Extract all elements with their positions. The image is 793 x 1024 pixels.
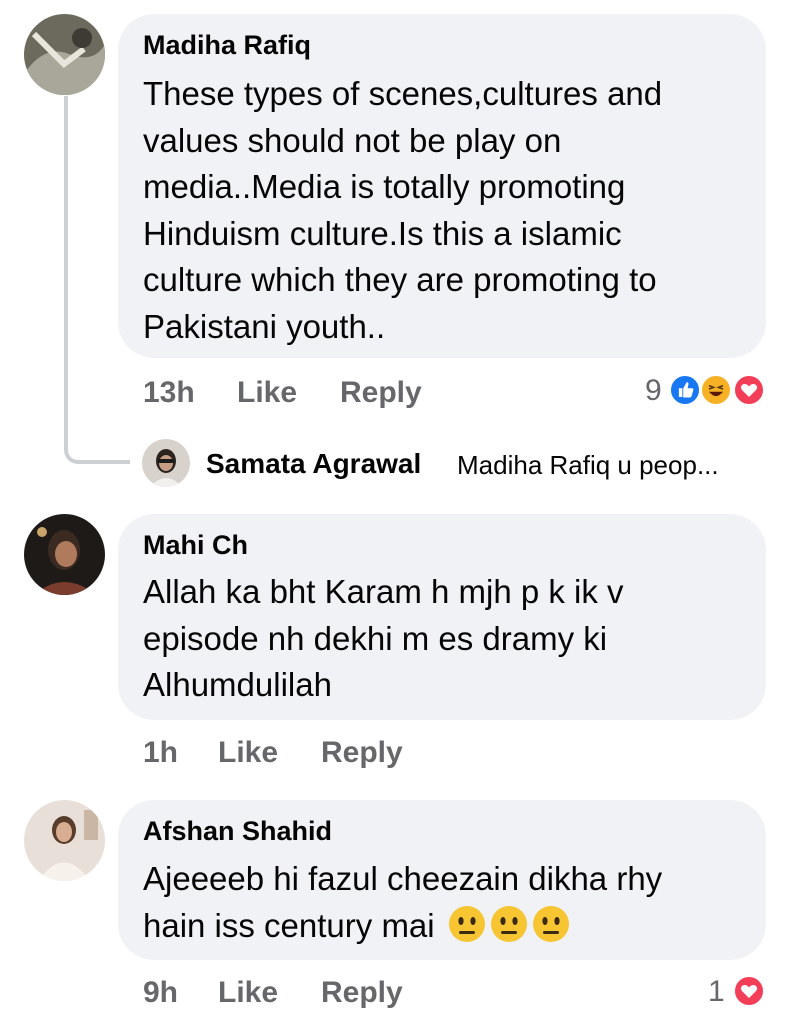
- reply-snippet[interactable]: Madiha Rafiq u peop...: [457, 450, 719, 481]
- comment-line: Alhumdulilah: [143, 666, 332, 703]
- reaction-count[interactable]: 1: [708, 975, 725, 1009]
- comment-line: episode nh dekhi m es dramy ki: [143, 619, 608, 657]
- comment-line: These types of scenes,cultures and: [143, 75, 663, 112]
- reply-button[interactable]: Reply: [321, 736, 403, 770]
- reply-avatar[interactable]: [142, 439, 190, 487]
- comment-timestamp[interactable]: 9h: [143, 976, 178, 1010]
- comment-line: hain iss century mai: [143, 903, 662, 950]
- comment-line: values should not be play on: [143, 121, 562, 159]
- comment-author[interactable]: Mahi Ch: [143, 530, 248, 561]
- comment-text: These types of scenes,cultures and value…: [143, 71, 662, 350]
- avatar[interactable]: [24, 514, 105, 595]
- comment-line: Hinduism culture.Is this a islamic: [143, 214, 622, 252]
- comment-text: Allah ka bht Karam h mjh p k ik v episod…: [143, 569, 624, 709]
- comment-line: Ajeeeeb hi fazul cheezain dikha rhy: [143, 860, 663, 897]
- comment-author[interactable]: Afshan Shahid: [143, 816, 332, 847]
- reaction-count[interactable]: 9: [645, 374, 662, 408]
- reply-button[interactable]: Reply: [321, 976, 403, 1010]
- like-button[interactable]: Like: [237, 376, 297, 410]
- avatar[interactable]: [24, 800, 105, 881]
- comment-timestamp[interactable]: 1h: [143, 736, 178, 770]
- comment-author[interactable]: Madiha Rafiq: [143, 30, 311, 61]
- comment-line-text: hain iss century mai: [143, 906, 435, 944]
- haha-icon[interactable]: [700, 374, 732, 406]
- reply-button[interactable]: Reply: [340, 376, 422, 410]
- comment-line: media..Media is totally promoting: [143, 168, 626, 205]
- neutral-face-icon: [532, 905, 570, 943]
- neutral-face-icon: [448, 905, 486, 943]
- comment-line: Allah ka bht Karam h mjh p k ik v: [143, 573, 624, 610]
- like-button[interactable]: Like: [218, 736, 278, 770]
- comment-line: culture which they are promoting to: [143, 261, 657, 298]
- neutral-face-icon: [490, 905, 528, 943]
- comment-timestamp[interactable]: 13h: [143, 376, 195, 410]
- like-button[interactable]: Like: [218, 976, 278, 1010]
- comment-line: Pakistani youth..: [143, 307, 386, 345]
- love-icon[interactable]: [733, 374, 765, 406]
- avatar[interactable]: [24, 14, 105, 95]
- comment-text: Ajeeeeb hi fazul cheezain dikha rhy hain…: [143, 856, 662, 949]
- reply-author[interactable]: Samata Agrawal: [206, 448, 421, 480]
- love-icon[interactable]: [733, 975, 765, 1007]
- like-icon[interactable]: [669, 374, 701, 406]
